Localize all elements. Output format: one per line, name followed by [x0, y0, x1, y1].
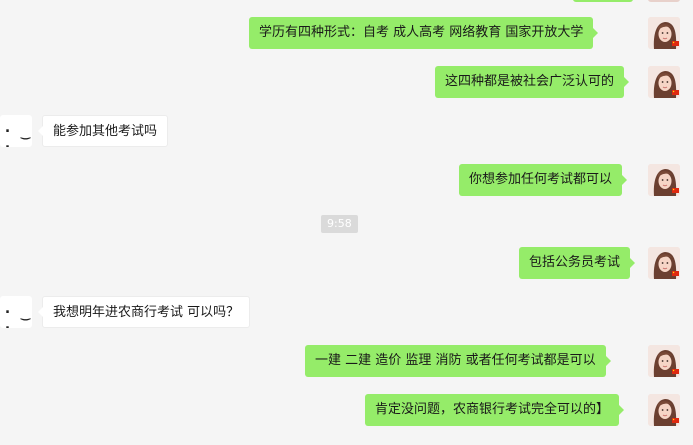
girl-photo-avatar-icon: [648, 394, 680, 426]
girl-photo-avatar-icon: [648, 66, 680, 98]
message-text: 学历有四种形式：自考 成人高考 网络教育 国家开放大学: [259, 25, 584, 40]
my-avatar[interactable]: [648, 247, 680, 279]
my-avatar[interactable]: [648, 164, 680, 196]
message-text: 包括公务员考试: [529, 255, 621, 270]
message-bubble-partial[interactable]: [573, 0, 633, 2]
my-avatar[interactable]: [648, 66, 680, 98]
message-bubble-incoming[interactable]: 能参加其他考试吗: [37, 115, 169, 147]
message-timestamp: 9:58: [321, 215, 358, 233]
my-avatar-partial[interactable]: [648, 0, 680, 2]
message-bubble-outgoing[interactable]: 这四种都是被社会广泛认可的: [435, 66, 630, 98]
message-text: 你想参加任何考试都可以: [469, 172, 613, 187]
contact-avatar[interactable]: · ‿ ·: [0, 296, 32, 328]
message-bubble-outgoing[interactable]: 你想参加任何考试都可以: [459, 164, 628, 196]
message-text: 肯定没问题，农商银行考试完全可以的】: [375, 402, 610, 417]
kaomoji-avatar-icon: · ‿ ·: [3, 303, 31, 328]
message-text: 能参加其他考试吗: [53, 124, 158, 139]
contact-avatar[interactable]: · ‿ ·: [0, 115, 32, 147]
message-bubble-outgoing[interactable]: 学历有四种形式：自考 成人高考 网络教育 国家开放大学: [249, 17, 599, 49]
message-bubble-incoming[interactable]: 我想明年进农商行考试 可以吗？: [37, 296, 251, 328]
message-bubble-outgoing[interactable]: 包括公务员考试: [519, 247, 636, 279]
my-avatar[interactable]: [648, 17, 680, 49]
kaomoji-avatar-icon: · ‿ ·: [3, 122, 31, 147]
message-bubble-outgoing[interactable]: 肯定没问题，农商银行考试完全可以的】: [365, 394, 625, 426]
girl-photo-avatar-icon: [648, 345, 680, 377]
my-avatar[interactable]: [648, 345, 680, 377]
message-text: 我想明年进农商行考试 可以吗？: [53, 305, 240, 320]
girl-photo-avatar-icon: [648, 17, 680, 49]
girl-photo-avatar-icon: [648, 247, 680, 279]
message-bubble-outgoing[interactable]: 一建 二建 造价 监理 消防 或者任何考试都是可以: [305, 345, 611, 377]
girl-photo-avatar-icon: [648, 164, 680, 196]
message-text: 这四种都是被社会广泛认可的: [445, 74, 615, 89]
message-text: 一建 二建 造价 监理 消防 或者任何考试都是可以: [315, 353, 596, 368]
chat-area: 学历有四种形式：自考 成人高考 网络教育 国家开放大学 这四种都是被社会广泛认可…: [0, 0, 693, 445]
my-avatar[interactable]: [648, 394, 680, 426]
